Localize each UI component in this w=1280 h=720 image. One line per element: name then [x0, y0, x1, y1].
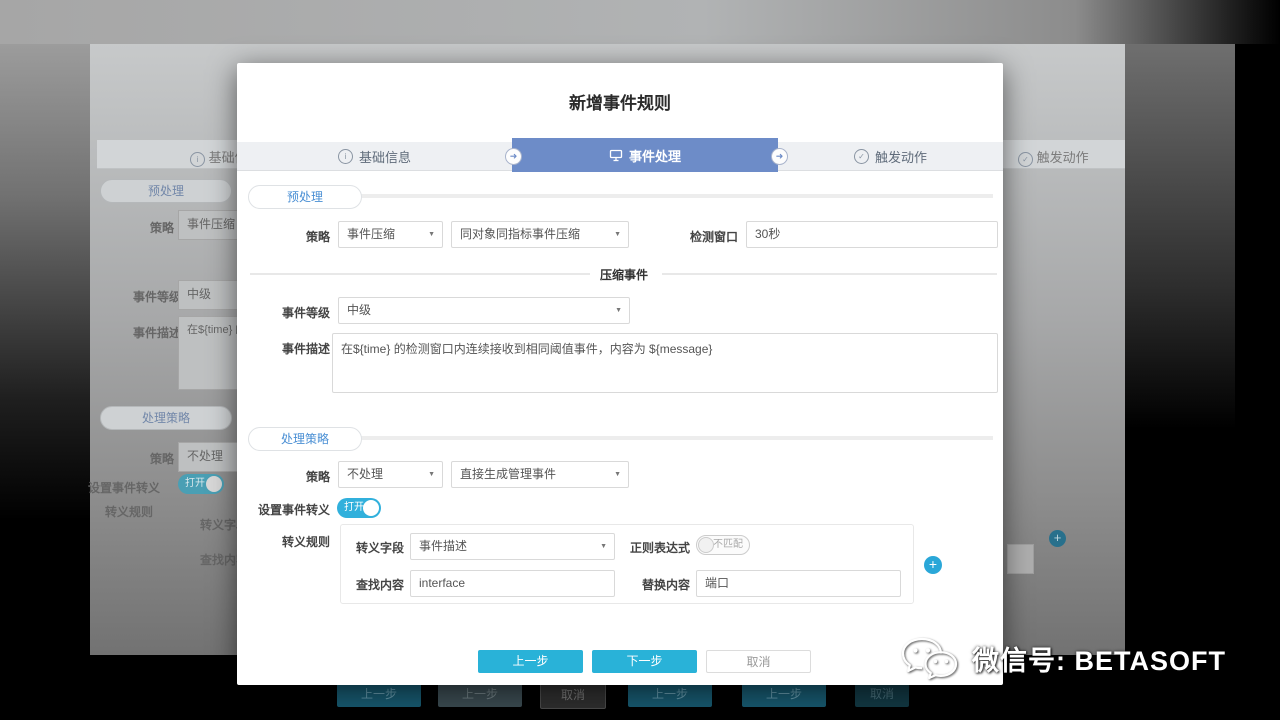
search-content-label: 查找内容: [349, 576, 404, 593]
regex-toggle[interactable]: 不匹配: [696, 535, 750, 555]
wechat-icon: [902, 633, 962, 683]
info-circle-icon: i: [190, 152, 205, 167]
section-divider: [359, 194, 993, 198]
chevron-down-icon: ▼: [600, 534, 607, 559]
chevron-down-icon: ▼: [614, 222, 621, 247]
replace-content-input[interactable]: 端口: [696, 570, 901, 597]
toggle-knob: [206, 476, 222, 492]
strategy-mode-value: 同对象同指标事件压缩: [460, 227, 580, 241]
strategy-select-value: 事件压缩: [347, 227, 395, 241]
background-proc-strategy-label: 策略: [150, 450, 174, 467]
background-prev-button: 上一步: [742, 682, 826, 707]
process-strategy-select[interactable]: 不处理 ▼: [338, 461, 443, 488]
chevron-down-icon: ▼: [428, 222, 435, 247]
background-add-rule-button: +: [1049, 530, 1066, 547]
info-circle-icon: i: [338, 149, 353, 164]
chevron-down-icon: ▼: [615, 298, 622, 323]
watermark: 微信号: BETASOFT: [902, 633, 1226, 683]
check-circle-icon: ✓: [1018, 152, 1033, 167]
step-event-processing[interactable]: 事件处理: [512, 138, 778, 172]
background-cancel-button: 取消: [855, 682, 909, 707]
replace-content-label: 替换内容: [620, 576, 690, 593]
backdrop-gradient-left: [0, 44, 90, 655]
step-label: 事件处理: [629, 146, 681, 165]
background-level-label: 事件等级: [133, 288, 181, 305]
escape-field-label: 转义字段: [349, 539, 404, 556]
process-mode-select[interactable]: 直接生成管理事件 ▼: [451, 461, 629, 488]
escape-toggle-label: 设置事件转义: [250, 501, 330, 518]
background-step-label: 触发动作: [1037, 150, 1089, 165]
event-level-label: 事件等级: [270, 304, 330, 321]
watermark-text: 微信号: BETASOFT: [972, 639, 1226, 678]
chevron-down-icon: ▼: [614, 462, 621, 487]
background-rules-label: 转义规则: [105, 503, 153, 520]
backdrop-gradient-right: [1125, 44, 1235, 655]
cancel-button[interactable]: 取消: [706, 650, 811, 673]
divider-left: [250, 273, 590, 275]
background-escape-toggle: 打开: [178, 474, 224, 494]
background-tab-preprocess: 预处理: [100, 179, 232, 203]
screen: i 基础信息 ✓ 触发动作 预处理 策略 事件压缩 事件等级 中级 事件描述 在…: [0, 0, 1280, 720]
escape-toggle[interactable]: 打开: [337, 498, 381, 518]
process-strategy-label: 策略: [270, 468, 330, 485]
process-strategy-value: 不处理: [347, 467, 383, 481]
background-tab-process: 处理策略: [100, 406, 232, 430]
background-toggle-label: 打开: [185, 478, 205, 489]
background-partial-input: [1007, 544, 1034, 574]
toggle-knob: [698, 537, 714, 553]
step-label: 基础信息: [359, 147, 411, 166]
event-level-select[interactable]: 中级 ▼: [338, 297, 630, 324]
detect-window-label: 检测窗口: [668, 228, 738, 245]
prev-step-button[interactable]: 上一步: [478, 650, 583, 673]
add-event-rule-dialog: 新增事件规则 i 基础信息 事件处理 ✓ 触发动作 ➜ ➜ 预处理 策略 事件压…: [237, 63, 1003, 685]
background-strategy-label: 策略: [150, 219, 174, 236]
event-desc-label: 事件描述: [270, 340, 330, 357]
background-desc-label: 事件描述: [133, 324, 181, 341]
background-prev-button: 上一步: [438, 682, 522, 707]
arrow-circle-icon: ➜: [771, 148, 788, 165]
add-rule-button[interactable]: +: [924, 556, 942, 574]
background-cancel-button: 取消: [540, 682, 606, 709]
escape-rules-label: 转义规则: [270, 533, 330, 550]
arrow-circle-icon: ➜: [505, 148, 522, 165]
strategy-select[interactable]: 事件压缩 ▼: [338, 221, 443, 248]
event-level-value: 中级: [347, 303, 371, 317]
background-step-trigger-action: ✓ 触发动作: [1018, 147, 1089, 167]
background-prev-button: 上一步: [628, 682, 712, 707]
section-tab-process-strategy[interactable]: 处理策略: [248, 427, 362, 451]
background-prev-button: 上一步: [337, 682, 421, 707]
section-tab-preprocess[interactable]: 预处理: [248, 185, 362, 209]
step-basic-info[interactable]: i 基础信息: [237, 142, 512, 170]
step-trigger-action[interactable]: ✓ 触发动作: [778, 142, 1003, 170]
detect-window-input[interactable]: 30秒: [746, 221, 998, 248]
compress-event-title: 压缩事件: [600, 266, 648, 283]
next-step-button[interactable]: 下一步: [592, 650, 697, 673]
escape-field-select[interactable]: 事件描述 ▼: [410, 533, 615, 560]
toggle-knob: [363, 500, 379, 516]
process-mode-value: 直接生成管理事件: [460, 467, 556, 481]
chevron-down-icon: ▼: [428, 462, 435, 487]
step-label: 触发动作: [875, 147, 927, 166]
divider-right: [662, 273, 997, 275]
dialog-title: 新增事件规则: [237, 89, 1003, 114]
toggle-off-label: 不匹配: [713, 539, 743, 550]
background-escape-label: 设置事件转义: [88, 479, 160, 496]
strategy-label: 策略: [270, 228, 330, 245]
monitor-icon: [609, 149, 623, 162]
backdrop-gradient-top: [0, 0, 1280, 44]
event-desc-textarea[interactable]: 在${time} 的检测窗口内连续接收到相同阈值事件，内容为 ${message…: [332, 333, 998, 393]
check-circle-icon: ✓: [854, 149, 869, 164]
toggle-on-label: 打开: [344, 502, 364, 513]
regex-label: 正则表达式: [620, 539, 690, 556]
escape-field-value: 事件描述: [419, 539, 467, 553]
search-content-input[interactable]: interface: [410, 570, 615, 597]
strategy-mode-select[interactable]: 同对象同指标事件压缩 ▼: [451, 221, 629, 248]
section-divider: [359, 436, 993, 440]
